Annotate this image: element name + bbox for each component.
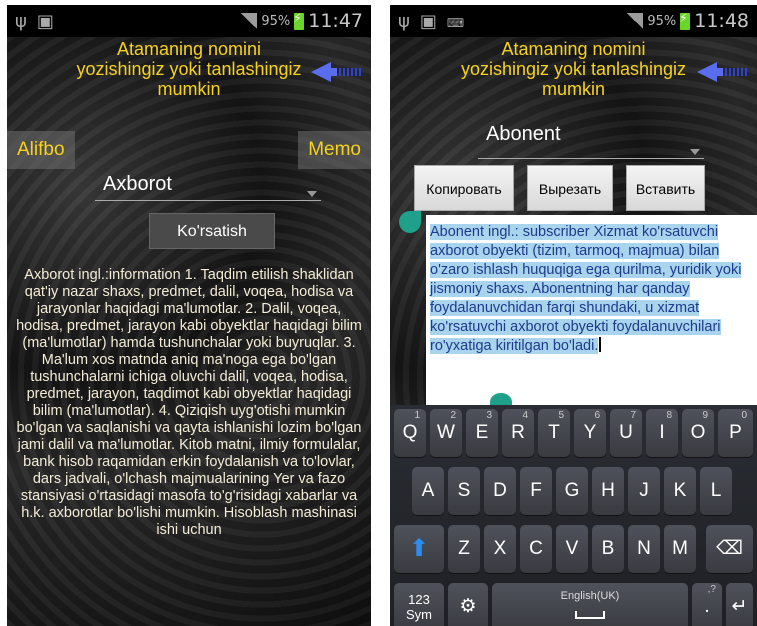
key-f[interactable]: F <box>520 467 552 515</box>
battery-percent: 95% <box>261 13 291 29</box>
battery-charging-icon <box>679 11 691 30</box>
memo-button[interactable]: Memo <box>298 131 371 169</box>
copy-button[interactable]: Копировать <box>414 165 514 211</box>
status-bar: ψ ▣ ⌨ 95% 11:48 <box>390 5 757 37</box>
soft-keyboard: 1Q 2W 3E 4R 5T 6Y 7U 8I 9O 0P A S D F G … <box>390 405 757 626</box>
key-c[interactable]: C <box>520 525 552 573</box>
key-b[interactable]: B <box>592 525 624 573</box>
gear-icon: ⚙ <box>459 596 477 617</box>
arrow-left-icon <box>697 62 747 82</box>
battery-charging-icon <box>293 11 305 30</box>
term-dropdown[interactable]: Axborot <box>95 173 321 201</box>
definition-edit-box[interactable]: Abonent ingl.: subscriber Xizmat ko'rsat… <box>426 215 757 405</box>
key-w[interactable]: 2W <box>430 409 462 457</box>
clock: 11:48 <box>694 10 749 32</box>
key-z[interactable]: Z <box>448 525 480 573</box>
dropdown-value: Abonent <box>486 123 561 145</box>
key-h[interactable]: H <box>592 467 624 515</box>
selected-text: Abonent ingl.: subscriber Xizmat ko'rsat… <box>430 224 742 354</box>
key-x[interactable]: X <box>484 525 516 573</box>
key-r[interactable]: 4R <box>502 409 534 457</box>
status-bar: ψ ▣ 95% 11:47 <box>7 5 371 37</box>
enter-arrow-icon: ↵ <box>731 596 748 617</box>
space-key[interactable]: English(UK) <box>492 583 688 626</box>
period-key[interactable]: ,?. <box>692 583 722 626</box>
key-k[interactable]: K <box>664 467 696 515</box>
shift-key[interactable]: ⬆ <box>394 525 444 573</box>
show-button[interactable]: Ko'rsatish <box>149 213 275 249</box>
definition-text: Axborot ingl.:information 1. Taqdim etil… <box>16 267 362 538</box>
arrow-left-icon <box>311 62 361 82</box>
key-e[interactable]: 3E <box>466 409 498 457</box>
key-s[interactable]: S <box>448 467 480 515</box>
shift-arrow-icon: ⬆ <box>408 535 430 562</box>
usb-icon: ψ <box>15 11 27 32</box>
dropdown-value: Axborot <box>103 173 172 195</box>
selection-start-handle[interactable] <box>399 211 421 233</box>
key-p[interactable]: 0P <box>718 409 753 457</box>
backspace-key[interactable]: ⌫ <box>706 525 753 573</box>
key-i[interactable]: 8I <box>646 409 678 457</box>
usb-icon: ψ <box>398 11 410 32</box>
space-bar-icon <box>575 611 605 619</box>
right-phone-screen: ψ▣⌨ 95% 11:48 Atamaning nomini yozishing… <box>390 5 757 626</box>
key-t[interactable]: 5T <box>538 409 570 457</box>
left-phone-screen: ψ▣ 95% 11:47 Atamaning nomini yozishingi… <box>7 5 371 626</box>
dropdown-arrow-icon <box>307 191 317 197</box>
settings-key[interactable]: ⚙ <box>448 583 488 626</box>
key-d[interactable]: D <box>484 467 516 515</box>
key-a[interactable]: A <box>412 467 444 515</box>
key-g[interactable]: G <box>556 467 588 515</box>
keyboard-icon: ⌨ <box>446 16 465 30</box>
key-y[interactable]: 6Y <box>574 409 606 457</box>
image-icon: ▣ <box>419 11 437 32</box>
image-icon: ▣ <box>36 11 54 32</box>
symbols-key[interactable]: 123 Sym <box>394 583 444 626</box>
signal-icon <box>627 13 644 29</box>
clock: 11:47 <box>308 10 363 32</box>
key-v[interactable]: V <box>556 525 588 573</box>
paste-button[interactable]: Вставить <box>626 165 705 211</box>
backspace-icon: ⌫ <box>716 538 743 559</box>
text-cursor <box>599 337 602 352</box>
key-j[interactable]: J <box>628 467 660 515</box>
key-q[interactable]: 1Q <box>394 409 426 457</box>
language-label: English(UK) <box>560 590 620 602</box>
alifbo-button[interactable]: Alifbo <box>7 131 75 169</box>
key-o[interactable]: 9O <box>682 409 714 457</box>
signal-icon <box>241 13 258 29</box>
term-dropdown[interactable]: Abonent <box>478 123 704 159</box>
cut-button[interactable]: Вырезать <box>527 165 613 211</box>
key-l[interactable]: L <box>700 467 732 515</box>
key-m[interactable]: M <box>664 525 696 573</box>
key-u[interactable]: 7U <box>610 409 642 457</box>
key-n[interactable]: N <box>628 525 660 573</box>
enter-key[interactable]: ↵ <box>726 583 753 626</box>
dropdown-arrow-icon <box>690 149 700 155</box>
battery-percent: 95% <box>647 13 677 29</box>
